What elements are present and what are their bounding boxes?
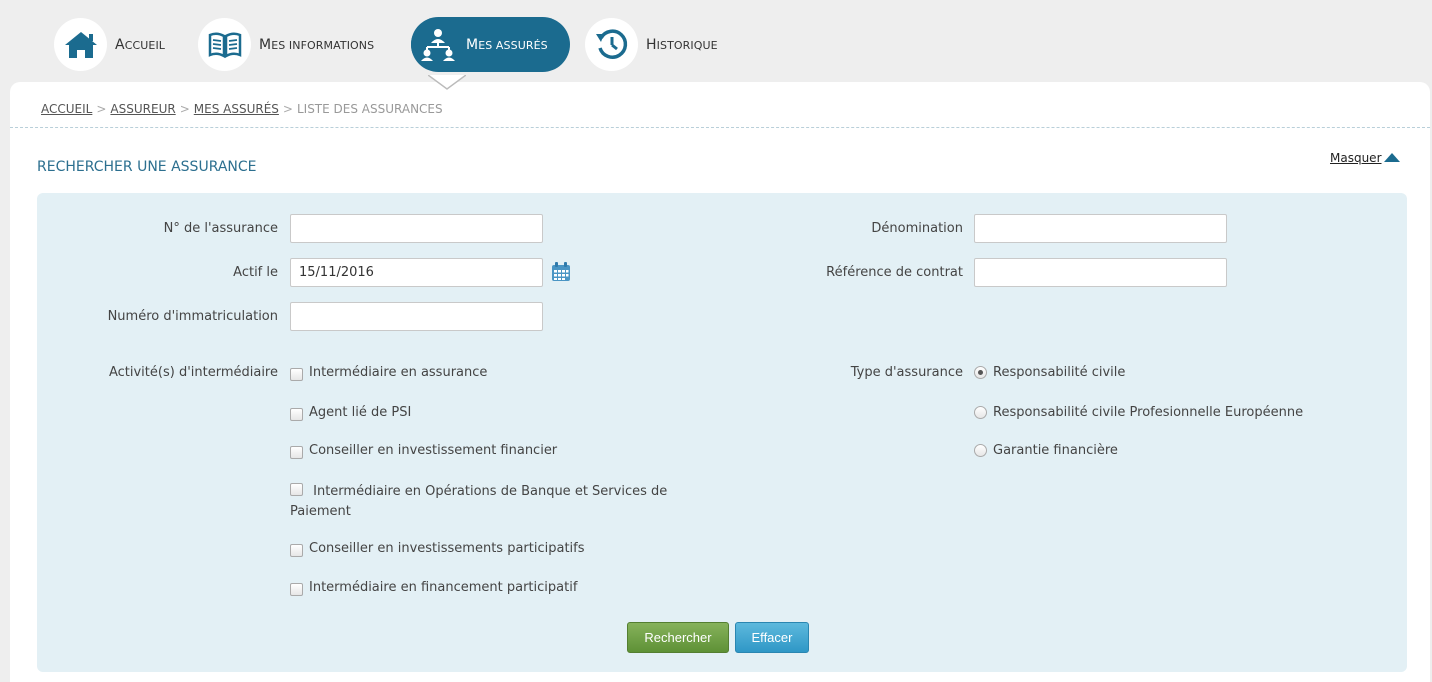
calendar-icon[interactable] (551, 262, 571, 282)
breadcrumb-current: LISTE DES ASSURANCES (296, 102, 443, 116)
nav-item-mes-assures[interactable]: Mes assurés (411, 17, 570, 72)
activites-label: Activité(s) d'intermédiaire (108, 365, 278, 380)
triangle-up-icon (1383, 153, 1400, 162)
search-button[interactable]: Rechercher (627, 622, 729, 653)
checkbox-intermediaire-assurance[interactable]: Intermédiaire en assurance (290, 365, 487, 381)
breadcrumb: ACCUEIL > ASSUREUR > MES ASSURÉS > LISTE DES A… (41, 102, 443, 116)
radio-responsabilite-civile-europeenne[interactable]: Responsabilité civile Profesionnelle Eur… (974, 405, 1303, 420)
radio-garantie-financiere[interactable]: Garantie financière (974, 443, 1118, 458)
history-icon (585, 18, 638, 71)
clear-button[interactable]: Effacer (735, 622, 809, 653)
type-assurance-label: Type d'assurance (850, 365, 963, 380)
search-form: N° de l'assurance Actif le Numéro d'imma… (37, 193, 1407, 672)
active-tab-pointer (428, 75, 466, 90)
nav-item-accueil[interactable]: Accueil (54, 17, 165, 72)
checkbox-conseiller-investissement-financier[interactable]: Conseiller en investissement financier (290, 443, 557, 459)
actif-le-label: Actif le (233, 265, 278, 280)
people-hierarchy-icon (411, 18, 464, 71)
reference-contrat-label: Référence de contrat (826, 265, 963, 280)
main-panel: ACCUEIL > ASSUREUR > MES ASSURÉS > LISTE DES A… (10, 75, 1430, 682)
immatriculation-label: Numéro d'immatriculation (107, 309, 278, 324)
nav-item-historique[interactable]: Historique (585, 17, 718, 72)
hide-toggle-link[interactable]: Masquer (1330, 151, 1400, 165)
checkbox-intermediaire-operations-banque[interactable]: Intermédiaire en Opérations de Banque et… (290, 478, 690, 522)
breadcrumb-mes-assures[interactable]: MES ASSURÉS (194, 102, 279, 116)
actif-le-date-input[interactable] (290, 258, 543, 287)
home-icon (54, 18, 107, 71)
radio-responsabilite-civile[interactable]: Responsabilité civile (974, 365, 1125, 380)
immatriculation-input[interactable] (290, 302, 543, 331)
denomination-input[interactable] (974, 214, 1227, 243)
reference-contrat-input[interactable] (974, 258, 1227, 287)
checkbox-agent-lie-psi[interactable]: Agent lié de PSI (290, 405, 411, 421)
checkbox-conseiller-investissements-participatifs[interactable]: Conseiller en investissements participat… (290, 541, 585, 557)
section-title: RECHERCHER UNE ASSURANCE (37, 159, 257, 175)
top-navigation: Accueil Mes informations (0, 0, 1432, 82)
book-icon (198, 18, 251, 71)
breadcrumb-assureur[interactable]: ASSUREUR (110, 102, 175, 116)
nav-item-mes-informations[interactable]: Mes informations (198, 17, 374, 72)
numero-assurance-label: N° de l'assurance (163, 221, 278, 236)
denomination-label: Dénomination (871, 221, 963, 236)
breadcrumb-accueil[interactable]: ACCUEIL (41, 102, 92, 116)
divider (10, 127, 1430, 128)
checkbox-intermediaire-financement-participatif[interactable]: Intermédiaire en financement participati… (290, 580, 577, 596)
numero-assurance-input[interactable] (290, 214, 543, 243)
